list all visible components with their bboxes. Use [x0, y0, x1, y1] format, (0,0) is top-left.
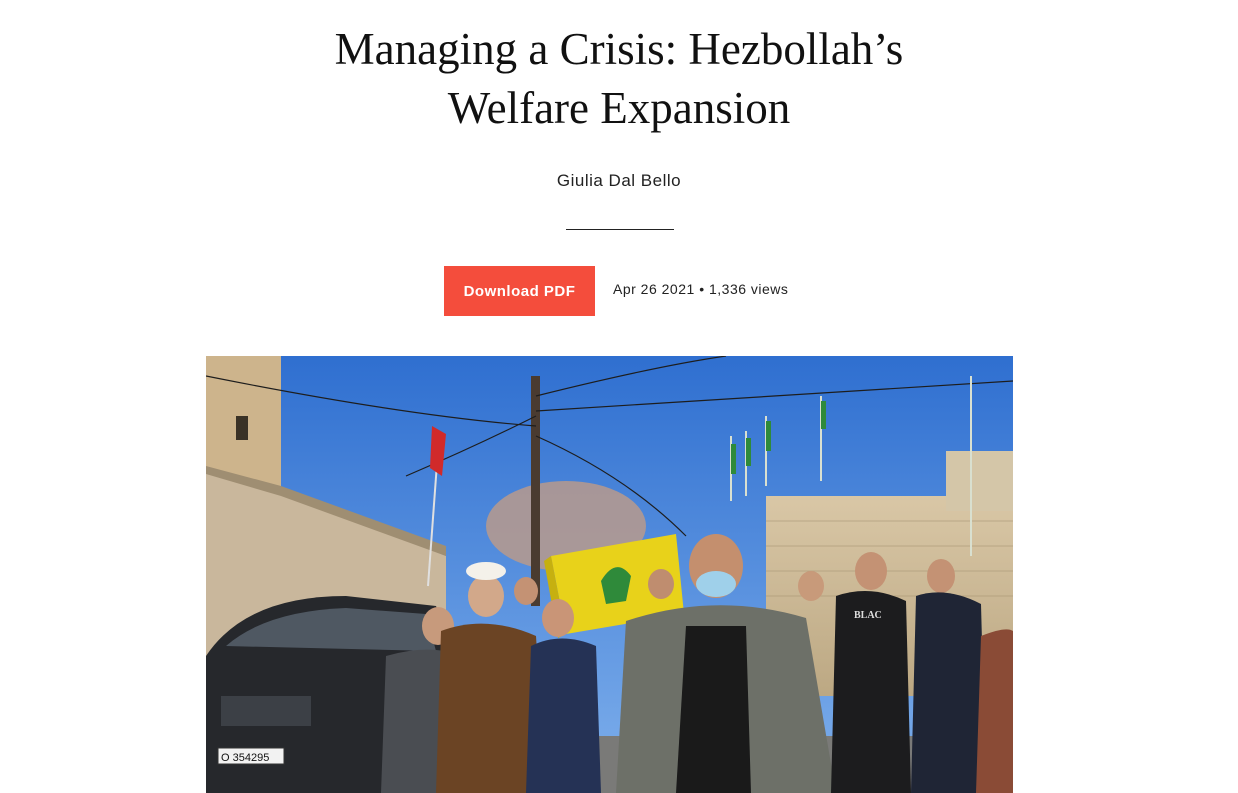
shirt-print: BLAC	[854, 610, 882, 621]
meta-separator: •	[699, 281, 705, 297]
publish-date: Apr 26 2021	[613, 281, 695, 297]
funeral-procession-photo: O 354295 BLAC	[206, 356, 1013, 793]
download-pdf-button[interactable]: Download PDF	[444, 266, 595, 316]
title-line-1: Managing a Crisis: Hezbollah’s	[334, 24, 904, 74]
article-meta: Apr 26 2021 • 1,336 views	[613, 281, 788, 297]
license-plate: O 354295	[221, 752, 269, 764]
title-divider	[566, 229, 674, 230]
page-title: Managing a Crisis: Hezbollah’s Welfare E…	[0, 20, 1238, 138]
author-name[interactable]: Giulia Dal Bello	[0, 171, 1238, 191]
view-count: 1,336 views	[708, 281, 789, 297]
article-header: Managing a Crisis: Hezbollah’s Welfare E…	[0, 0, 1238, 793]
hero-image: O 354295 BLAC	[206, 356, 1013, 793]
title-line-2: Welfare Expansion	[447, 83, 791, 133]
